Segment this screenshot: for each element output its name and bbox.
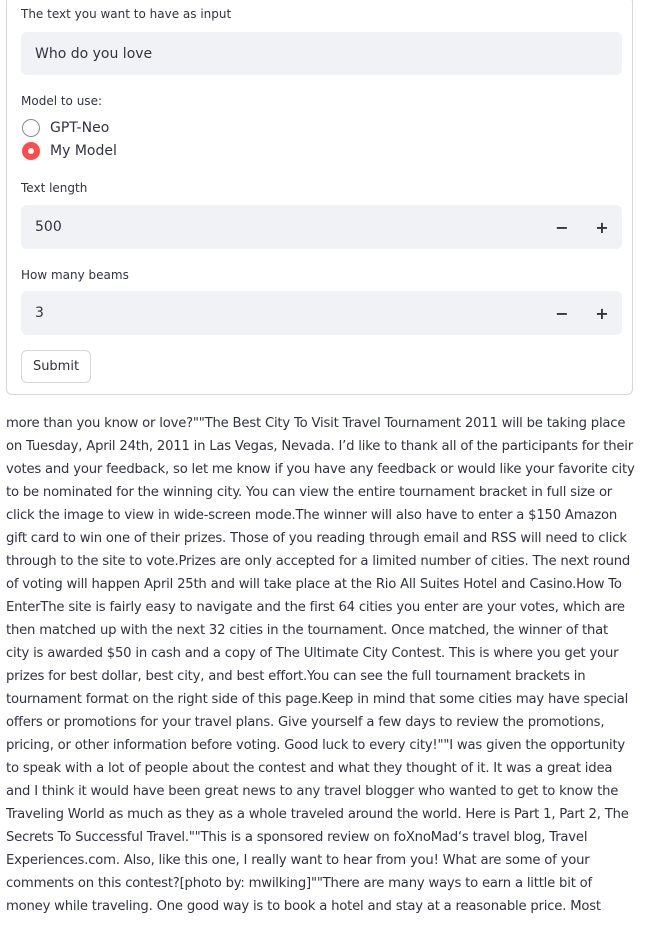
radio-checked-icon[interactable] [22, 142, 40, 160]
text-length-increment-button[interactable]: + [582, 205, 622, 249]
input-text-field[interactable] [21, 32, 622, 75]
radio-option-my-model[interactable]: My Model [22, 141, 117, 161]
radio-option-gpt-neo[interactable]: GPT-Neo [22, 118, 109, 138]
generated-text-output: more than you know or love?""The Best Ci… [6, 416, 635, 914]
text-length-decrement-button[interactable]: − [542, 205, 582, 249]
beams-label: How many beams [21, 268, 129, 282]
beams-decrement-button[interactable]: − [542, 291, 582, 335]
text-length-input[interactable]: 500 − + [21, 205, 622, 249]
radio-label-my-model: My Model [50, 143, 117, 159]
beams-value[interactable]: 3 [35, 291, 44, 335]
text-length-label: Text length [21, 181, 88, 195]
beams-input[interactable]: 3 − + [21, 291, 622, 335]
submit-button[interactable]: Submit [21, 350, 91, 383]
radio-label-gpt-neo: GPT-Neo [50, 120, 110, 136]
model-label: Model to use: [21, 94, 102, 108]
input-text-label: The text you want to have as input [21, 7, 232, 21]
text-length-value[interactable]: 500 [35, 205, 62, 249]
beams-increment-button[interactable]: + [582, 291, 622, 335]
radio-unchecked-icon[interactable] [22, 119, 40, 137]
